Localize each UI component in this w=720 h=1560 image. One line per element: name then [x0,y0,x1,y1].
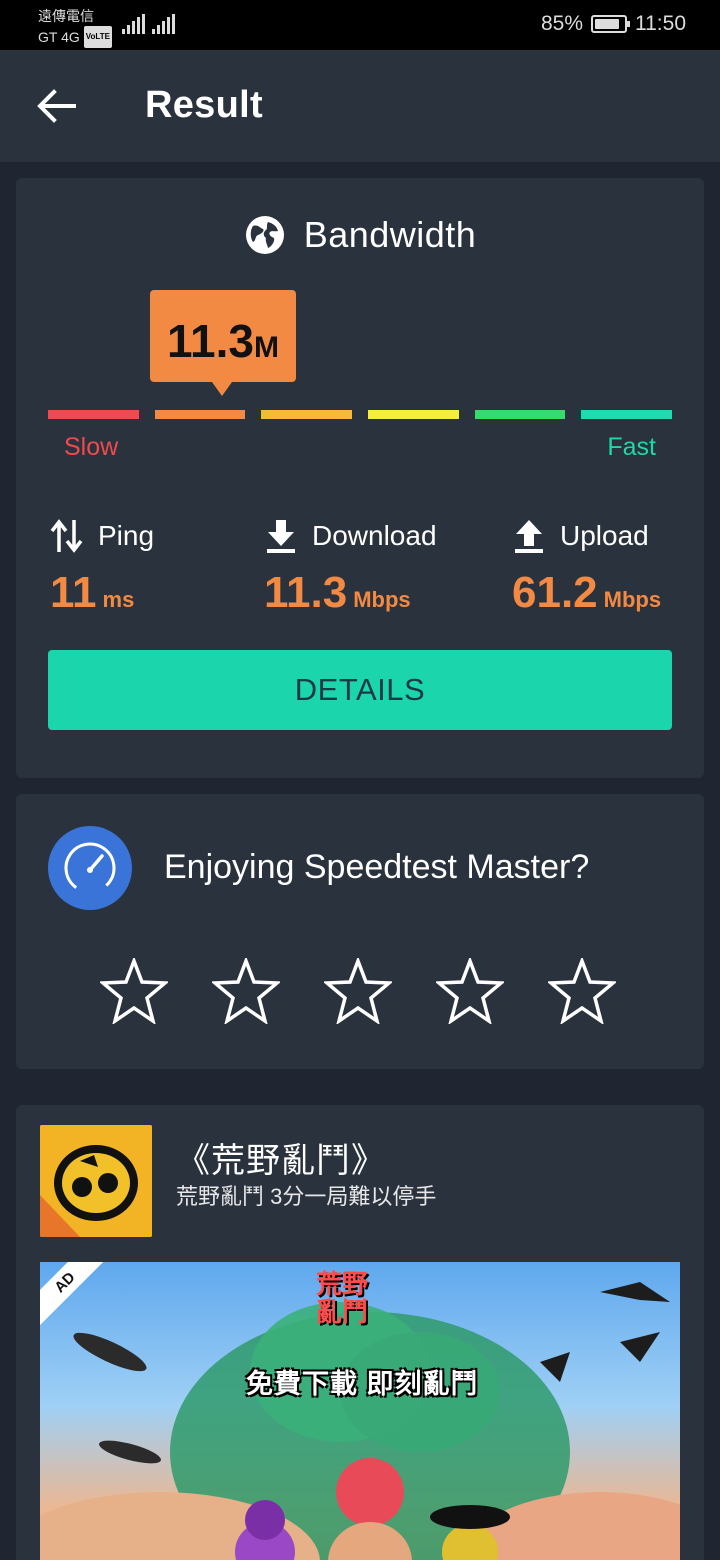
speedtest-app-icon [48,826,132,910]
download-label: Download [312,520,437,551]
speedometer-icon [64,842,116,894]
skull-logo-icon [40,1125,152,1237]
volte-badge: VoLTE [83,26,112,48]
download-icon [267,520,295,553]
upload-metric: Upload 61.2 Mbps [512,516,661,618]
star-icon[interactable] [548,958,616,1024]
ad-app-icon[interactable] [40,1125,152,1237]
ad-card[interactable]: 《荒野亂鬥》 荒野亂鬥 3分一局難以停手 荒野 亂鬥 免費下載 即刻亂鬥 AD [16,1105,704,1560]
back-arrow-icon[interactable] [34,86,78,126]
download-unit: Mbps [353,587,411,612]
signal-strength-2-icon [152,14,175,34]
ping-value: 11 [50,568,97,617]
upload-unit: Mbps [603,587,662,612]
star-icon[interactable] [212,958,280,1024]
status-bar: 遠傳電信 GT 4G VoLTE 85% 11:50 [0,0,720,50]
rating-question: Enjoying Speedtest Master? [164,848,590,886]
scale-segment [154,410,246,419]
carrier-info: 遠傳電信 GT 4G VoLTE [38,6,112,48]
star-rating [100,958,616,1024]
ad-banner-image[interactable]: 荒野 亂鬥 免費下載 即刻亂鬥 AD [40,1262,680,1560]
signal-strength-icon [122,14,145,34]
bandwidth-unit: M [254,331,279,364]
rating-card: Enjoying Speedtest Master? [16,794,704,1069]
speed-scale [48,410,673,419]
download-value: 11.3 [264,568,348,617]
bandwidth-title: Bandwidth [303,214,477,255]
bandwidth-value: 11.3 [167,315,254,367]
upload-icon [515,520,543,553]
clock: 11:50 [635,12,686,35]
bandwidth-value-bubble: 11.3M [150,290,296,396]
ping-arrows-icon [50,519,83,553]
download-metric: Download 11.3 Mbps [264,516,437,618]
globe-icon [245,216,284,254]
carrier-name: 遠傳電信 [38,8,94,24]
scale-segment [261,410,353,419]
upload-value: 61.2 [512,568,598,617]
ping-label: Ping [98,520,155,551]
page-title: Result [145,84,263,126]
star-icon[interactable] [324,958,392,1024]
banner-tagline: 免費下載 即刻亂鬥 [246,1369,479,1399]
battery-icon [591,15,630,33]
ad-title[interactable]: 《荒野亂鬥》 [176,1133,386,1182]
ping-unit: ms [102,587,135,612]
banner-logo-line2: 亂鬥 [316,1297,369,1327]
network-type: GT 4G [38,29,80,45]
fast-label: Fast [607,433,656,461]
scale-segment [48,410,139,419]
banner-game-logo: 荒野 亂鬥 [316,1270,368,1326]
scale-segment [368,410,459,419]
scale-segment [581,410,673,419]
slow-label: Slow [64,433,119,461]
ping-metric: Ping 11 ms [50,516,154,618]
result-card: Bandwidth 11.3M Slow Fast Ping 11 ms Down… [16,178,704,778]
star-icon[interactable] [436,958,504,1024]
star-icon[interactable] [100,958,168,1024]
banner-logo-line1: 荒野 [316,1269,369,1299]
ad-subtitle: 荒野亂鬥 3分一局難以停手 [176,1184,437,1209]
battery-percent: 85% [540,12,583,35]
details-button[interactable]: DETAILS [48,650,672,730]
scale-segment [474,410,566,419]
upload-label: Upload [560,520,649,551]
app-bar: Result [0,50,720,162]
